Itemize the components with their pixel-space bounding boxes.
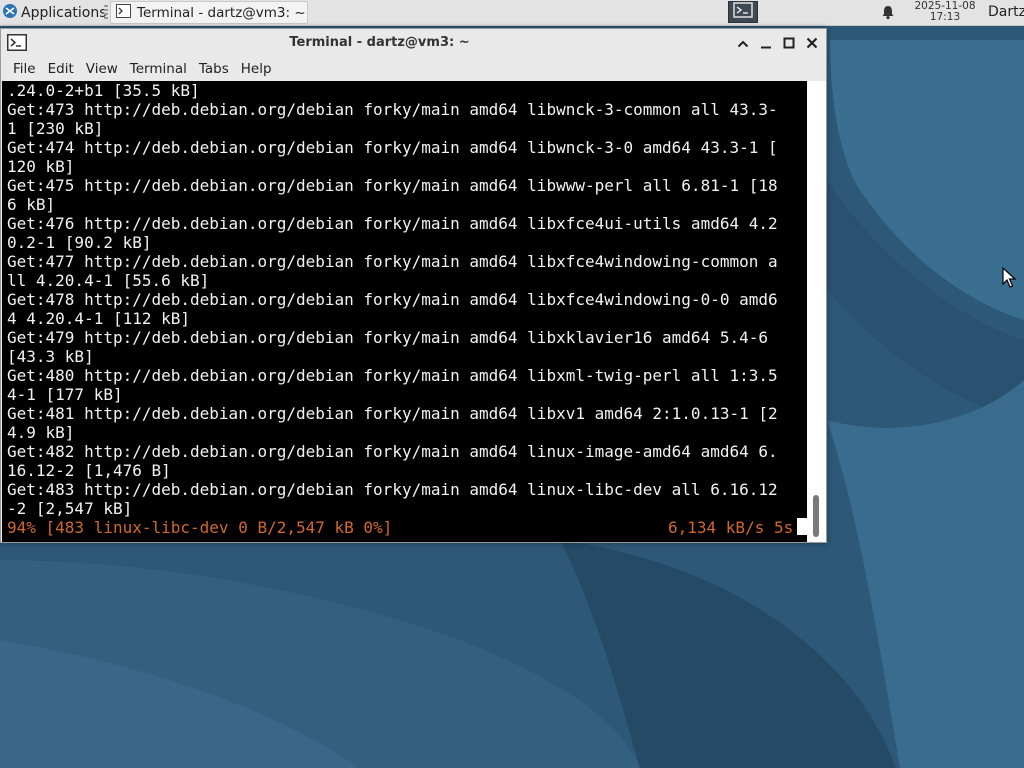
applications-label: Applications — [21, 4, 107, 21]
shade-button[interactable] — [734, 34, 752, 52]
terminal-line: Get:480 http://deb.debian.org/debian for… — [7, 366, 778, 385]
chevron-up-icon — [737, 34, 749, 53]
menu-tabs[interactable]: Tabs — [199, 61, 237, 77]
terminal-line: Get:482 http://deb.debian.org/debian for… — [7, 442, 778, 461]
terminal-line: Get:476 http://deb.debian.org/debian for… — [7, 214, 778, 233]
panel-terminal-launcher[interactable] — [728, 1, 758, 23]
terminal-line: Get:475 http://deb.debian.org/debian for… — [7, 176, 778, 195]
terminal-line: Get:481 http://deb.debian.org/debian for… — [7, 404, 778, 423]
applications-menu-button[interactable]: Applications — [2, 0, 107, 25]
taskbar-terminal-button[interactable]: Terminal - dartz@vm3: ~ — [110, 1, 308, 24]
menu-view[interactable]: View — [86, 61, 126, 77]
terminal-line: 1 [230 kB] — [7, 119, 104, 138]
terminal-line: Get:474 http://deb.debian.org/debian for… — [7, 138, 778, 157]
terminal-line: 0.2-1 [90.2 kB] — [7, 233, 152, 252]
minimize-icon — [760, 34, 772, 53]
notification-bell-icon[interactable] — [880, 4, 896, 24]
xfce-logo-icon — [2, 3, 18, 23]
user-menu[interactable]: Dartz — [988, 0, 1024, 25]
window-title: Terminal - dartz@vm3: ~ — [289, 35, 470, 50]
terminal-cursor — [797, 518, 807, 535]
scrollbar-thumb[interactable] — [813, 495, 819, 537]
terminal-line: -2 [2,547 kB] — [7, 499, 133, 518]
panel-clock[interactable]: 2025-11-08 17:13 — [906, 1, 984, 23]
close-button[interactable] — [803, 34, 821, 52]
terminal-line: 16.12-2 [1,476 B] — [7, 461, 171, 480]
progress-status-left: 94% [483 linux-libc-dev 0 B/2,547 kB 0%] — [7, 518, 393, 537]
top-panel: Applications Terminal - dartz@vm3: ~ 202… — [0, 0, 1024, 26]
terminal-line: .24.0-2+b1 [35.5 kB] — [7, 81, 200, 100]
terminal-line: Get:478 http://deb.debian.org/debian for… — [7, 290, 778, 309]
mouse-pointer-icon — [1002, 266, 1017, 293]
terminal-scrollbar[interactable] — [807, 81, 826, 542]
terminal-output[interactable]: .24.0-2+b1 [35.5 kB] Get:473 http://deb.d… — [2, 81, 807, 542]
terminal-launcher-icon — [733, 2, 753, 22]
terminal-line: 4 4.20.4-1 [112 kB] — [7, 309, 191, 328]
maximize-button[interactable] — [780, 34, 798, 52]
menu-bar: File Edit View Terminal Tabs Help — [1, 57, 826, 81]
terminal-lines: .24.0-2+b1 [35.5 kB] Get:473 http://deb.d… — [7, 81, 807, 537]
terminal-line: 120 kB] — [7, 157, 75, 176]
terminal-line: Get:477 http://deb.debian.org/debian for… — [7, 252, 778, 271]
terminal-line: [43.3 kB] — [7, 347, 94, 366]
terminal-line: Get:479 http://deb.debian.org/debian for… — [7, 328, 768, 347]
panel-separator — [104, 5, 108, 20]
taskbar-terminal-label: Terminal - dartz@vm3: ~ — [137, 4, 306, 21]
close-icon — [806, 34, 818, 53]
terminal-line: Get:473 http://deb.debian.org/debian for… — [7, 100, 778, 119]
terminal-line: 4-1 [177 kB] — [7, 385, 123, 404]
terminal-line: 4.9 kB] — [7, 423, 75, 442]
apt-progress-line: 94% [483 linux-libc-dev 0 B/2,547 kB 0%]… — [7, 518, 807, 537]
menu-edit[interactable]: Edit — [48, 61, 82, 77]
clock-time: 17:13 — [929, 11, 961, 23]
maximize-icon — [783, 34, 795, 53]
terminal-line: 6 kB] — [7, 195, 56, 214]
menu-help[interactable]: Help — [241, 61, 280, 77]
terminal-line: Get:483 http://deb.debian.org/debian for… — [7, 480, 778, 499]
window-titlebar[interactable]: Terminal - dartz@vm3: ~ — [1, 29, 826, 57]
progress-status-right: 6,134 kB/s 5s — [668, 518, 794, 537]
terminal-icon — [116, 3, 131, 22]
menu-terminal[interactable]: Terminal — [130, 61, 195, 77]
terminal-line: ll 4.20.4-1 [55.6 kB] — [7, 271, 210, 290]
menu-file[interactable]: File — [1, 61, 44, 77]
terminal-window: Terminal - dartz@vm3: ~ File Edit View T… — [0, 28, 827, 543]
minimize-button[interactable] — [757, 34, 775, 52]
